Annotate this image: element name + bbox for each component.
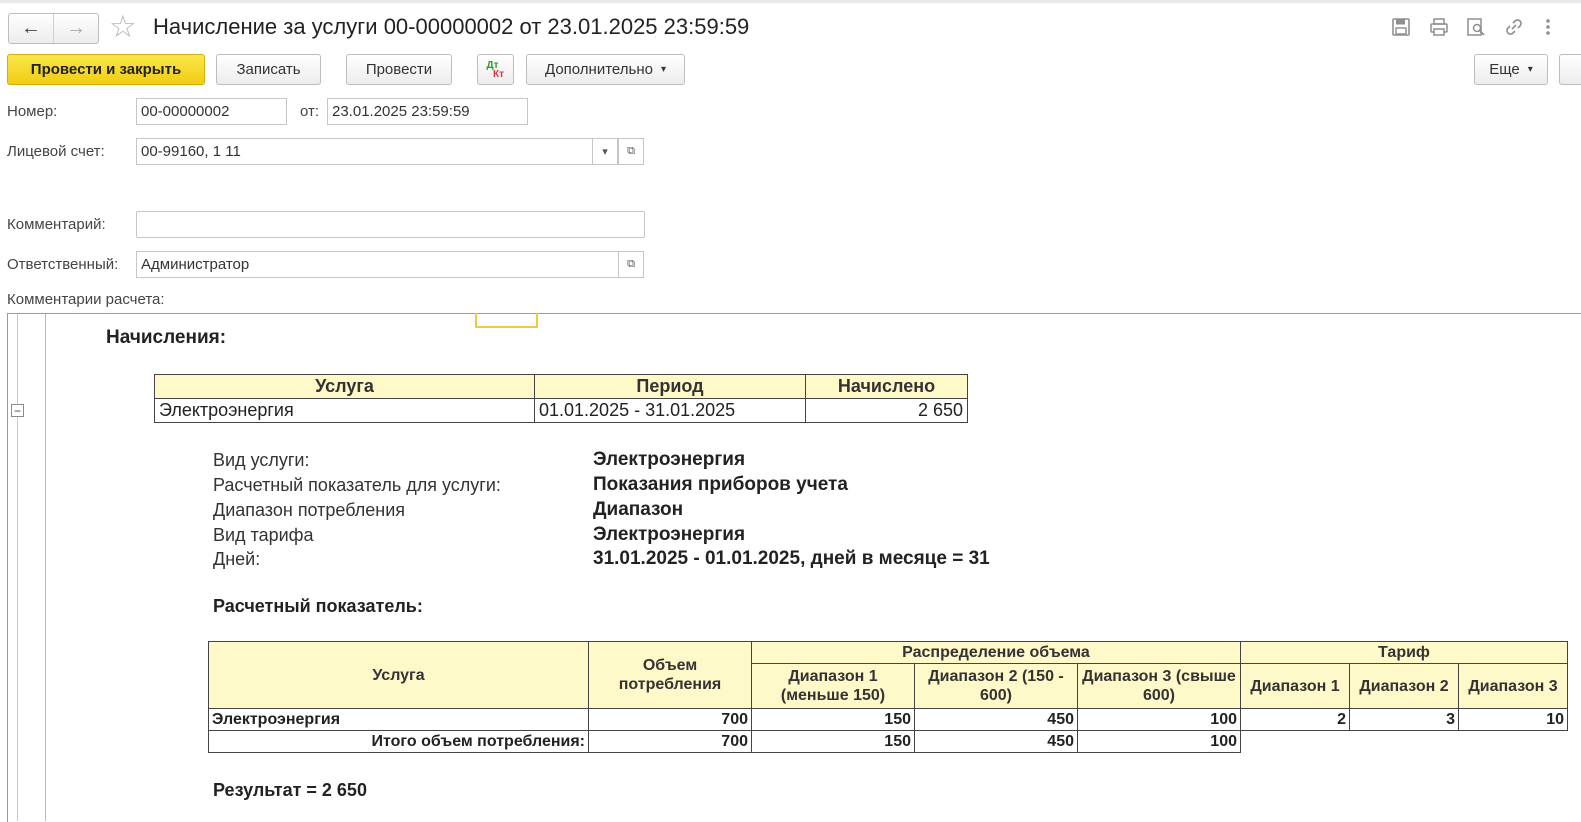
collapsed-panel-button[interactable] [1559, 54, 1581, 85]
table-header-cell: Диапазон 2 (150 - 600) [914, 663, 1078, 709]
chevron-down-icon: ▾ [1527, 64, 1533, 75]
star-icon[interactable]: ☆ [109, 9, 137, 45]
dt-kt-button[interactable]: Дт Кт [477, 54, 514, 85]
table-cell[interactable]: Электроэнергия [154, 398, 535, 423]
table-header-row: Услуга Период Начислено [154, 374, 968, 399]
empty-cell [1349, 730, 1459, 753]
save-icon[interactable] [1390, 16, 1412, 38]
table-header-cell: Диапазон 3 [1458, 663, 1568, 709]
table-header-cell: Начислено [805, 374, 968, 399]
detail-value: Показания приборов учета [593, 474, 848, 495]
detail-key: Вид услуги: [213, 450, 310, 470]
save-button[interactable]: Записать [216, 54, 321, 85]
account-label: Лицевой счет: [7, 143, 105, 160]
open-icon[interactable]: ⧉ [618, 251, 644, 278]
indicator-table: Услуга Объем потребления Распределение о… [208, 641, 1568, 753]
table-cell[interactable]: 3 [1349, 708, 1459, 731]
extra-actions-label: Еще [1489, 61, 1520, 78]
detail-value: Электроэнергия [593, 449, 746, 470]
table-cell[interactable]: 450 [914, 708, 1078, 731]
table-cell[interactable]: 450 [914, 730, 1078, 753]
detail-key: Диапазон потребления [213, 500, 405, 520]
more-actions-label: Дополнительно [545, 61, 653, 78]
more-vertical-icon[interactable] [1537, 16, 1559, 38]
table-cell[interactable]: 10 [1458, 708, 1568, 731]
gutter-divider [45, 314, 46, 821]
table-header-cell: Тариф [1240, 641, 1568, 664]
navigation-buttons: ← → [8, 13, 99, 44]
collapse-group-icon[interactable]: − [11, 404, 24, 417]
comment-field[interactable] [136, 211, 645, 238]
calc-comments-label: Комментарии расчета: [7, 291, 165, 308]
date-field[interactable]: 23.01.2025 23:59:59 [327, 98, 528, 125]
table-header-cell: Диапазон 1 [1240, 663, 1350, 709]
account-field[interactable]: 00-99160, 1 11 [136, 138, 593, 165]
detail-value: Диапазон [593, 499, 684, 520]
dropdown-icon[interactable]: ▾ [592, 138, 618, 165]
table-header-cell: Услуга [208, 641, 589, 709]
detail-value: 31.01.2025 - 01.01.2025, дней в месяце =… [593, 548, 990, 569]
table-row: Электроэнергия 01.01.2025 - 31.01.2025 2… [154, 398, 968, 423]
table-header-cell: Период [534, 374, 806, 399]
kt-icon-label: Кт [492, 68, 504, 80]
window-top-border [0, 0, 1581, 3]
detail-value: Электроэнергия [593, 524, 746, 545]
indicator-heading: Расчетный показатель: [213, 596, 423, 616]
table-header-cell: Диапазон 3 (свыше 600) [1077, 663, 1241, 709]
tree-guide-line [17, 314, 18, 821]
table-cell[interactable]: 2 650 [805, 398, 968, 423]
table-cell[interactable]: 700 [588, 708, 752, 731]
responsible-label: Ответственный: [7, 256, 119, 273]
table-cell[interactable]: Итого объем потребления: [208, 730, 589, 753]
chevron-down-icon: ▾ [660, 64, 666, 75]
table-cell[interactable]: 100 [1077, 730, 1241, 753]
table-cell[interactable]: 100 [1077, 708, 1241, 731]
comment-label: Комментарий: [7, 216, 106, 233]
table-cell[interactable]: 2 [1240, 708, 1350, 731]
table-header-cell: Объем потребления [588, 641, 752, 709]
back-arrow-icon[interactable]: ← [9, 14, 54, 43]
open-icon[interactable]: ⧉ [618, 138, 644, 165]
table-header-cell: Распределение объема [751, 641, 1241, 664]
forward-arrow-icon[interactable]: → [54, 14, 98, 43]
number-label: Номер: [7, 103, 58, 120]
table-row: Электроэнергия 700 150 450 100 2 3 10 [208, 708, 1568, 731]
table-header-row: Услуга Объем потребления Распределение о… [208, 641, 1568, 709]
charges-heading: Начисления: [106, 327, 227, 348]
link-icon[interactable] [1503, 16, 1525, 38]
table-cell[interactable]: Электроэнергия [208, 708, 589, 731]
table-header-cell: Услуга [154, 374, 535, 399]
post-and-close-button[interactable]: Провести и закрыть [7, 54, 205, 85]
detail-key: Вид тарифа [213, 525, 314, 545]
charges-table: Услуга Период Начислено Электроэнергия 0… [154, 374, 968, 423]
responsible-field[interactable]: Администратор [136, 251, 619, 278]
empty-cell [1240, 730, 1350, 753]
post-button[interactable]: Провести [346, 54, 452, 85]
more-actions-button[interactable]: Дополнительно ▾ [526, 54, 685, 85]
extra-actions-button[interactable]: Еще ▾ [1474, 54, 1548, 85]
preview-icon[interactable] [1465, 16, 1487, 38]
table-header-cell: Диапазон 2 [1349, 663, 1459, 709]
print-icon[interactable] [1428, 16, 1450, 38]
table-cell[interactable]: 01.01.2025 - 31.01.2025 [534, 398, 806, 423]
table-cell[interactable]: 150 [751, 730, 915, 753]
table-cell[interactable]: 150 [751, 708, 915, 731]
number-field[interactable]: 00-00000002 [136, 98, 287, 125]
table-header-cell: Диапазон 1 (меньше 150) [751, 663, 915, 709]
date-label: от: [300, 103, 320, 120]
detail-key: Расчетный показатель для услуги: [213, 475, 501, 495]
result-text: Результат = 2 650 [213, 780, 367, 800]
table-total-row: Итого объем потребления: 700 150 450 100 [208, 730, 1568, 753]
selected-cell-marker [475, 313, 538, 328]
table-cell[interactable]: 700 [588, 730, 752, 753]
empty-cell [1458, 730, 1568, 753]
page-title: Начисление за услуги 00-00000002 от 23.0… [153, 14, 750, 39]
detail-key: Дней: [213, 549, 261, 569]
